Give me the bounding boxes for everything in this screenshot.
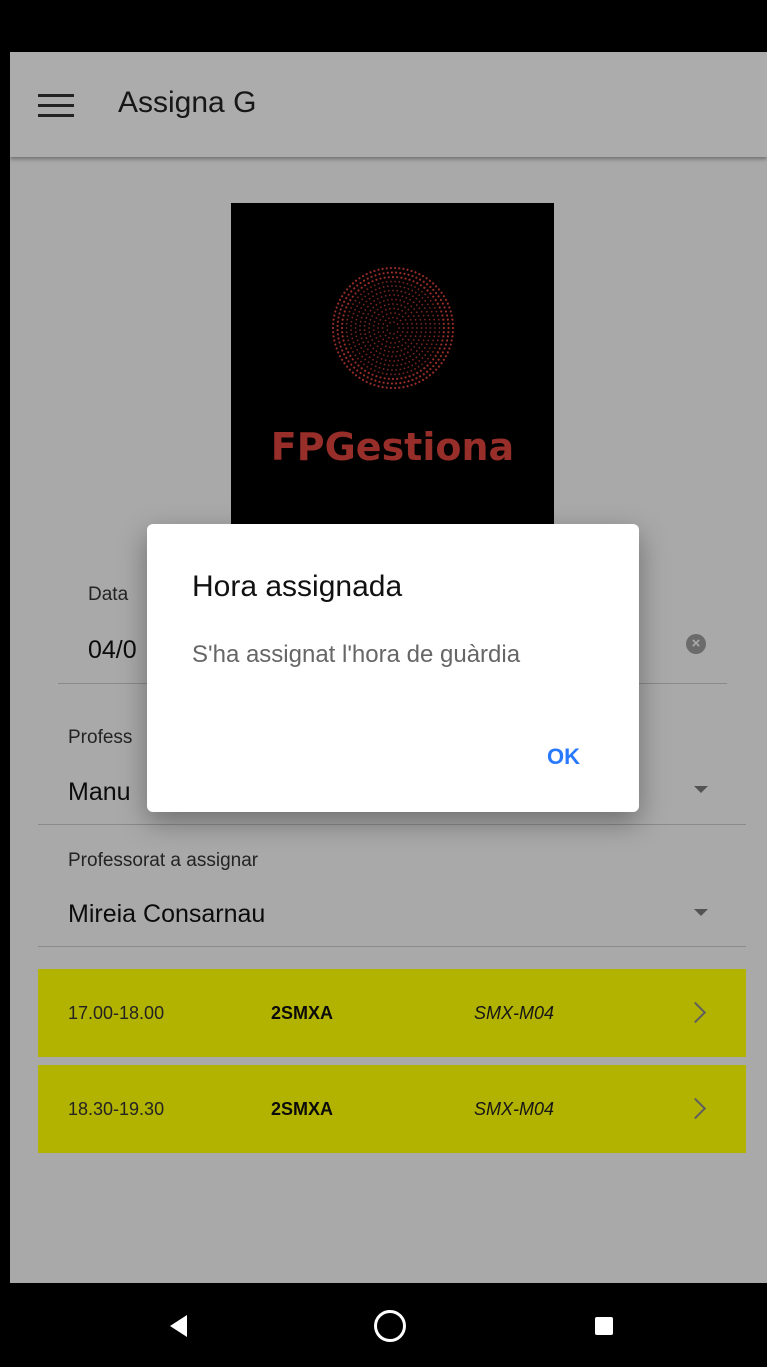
- home-icon[interactable]: [374, 1310, 406, 1342]
- status-bar: [10, 0, 767, 52]
- ok-button[interactable]: OK: [547, 744, 580, 770]
- dialog-message: S'ha assignat l'hora de guàrdia: [192, 641, 521, 668]
- app-screen: Assigna G FPGestiona Data 04/0 × Profess…: [10, 0, 767, 1367]
- alert-dialog: Hora assignada S'ha assignat l'hora de g…: [147, 524, 639, 812]
- navigation-bar: [10, 1283, 767, 1367]
- recents-icon[interactable]: [595, 1317, 613, 1335]
- dialog-title: Hora assignada: [192, 570, 403, 603]
- back-icon[interactable]: [170, 1315, 187, 1337]
